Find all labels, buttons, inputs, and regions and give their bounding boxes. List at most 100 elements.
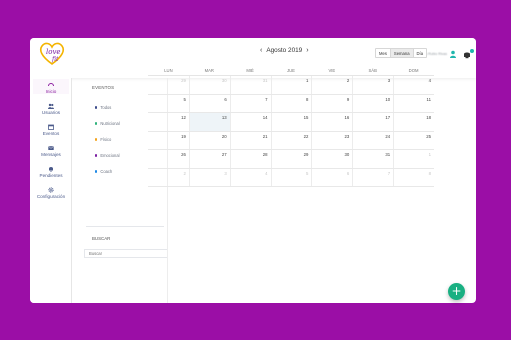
day-cell[interactable]: 2 — [311, 76, 352, 94]
day-cell[interactable]: 3 — [188, 168, 230, 186]
filter-item-coach[interactable]: Coach — [95, 169, 112, 174]
day-cell[interactable]: 15 — [270, 113, 312, 131]
month-title: Agosto 2019 — [266, 47, 303, 54]
day-cell[interactable]: 18 — [393, 113, 434, 131]
day-cell[interactable]: 14 — [229, 113, 271, 131]
day-cell[interactable]: 6 — [188, 94, 230, 112]
search-input[interactable] — [84, 249, 168, 258]
day-cell[interactable]: 23 — [311, 131, 352, 149]
view-week-button[interactable]: Semana — [390, 49, 414, 57]
nav-label: Pendientes — [39, 173, 63, 178]
calendar-grid: LUN MAR MIÉ JUE VIE SÁB DOM 29 30 31 1 2… — [148, 65, 434, 187]
nav-item-usuarios[interactable]: Usuarios — [30, 103, 72, 115]
day-cell[interactable]: 30 — [311, 150, 352, 168]
nav-item-mensajes[interactable]: Mensajes — [30, 145, 72, 157]
nav-label: Inicio — [45, 89, 57, 94]
calendar-week: 2 3 4 5 6 7 8 — [148, 168, 434, 187]
filter-dot — [95, 122, 98, 125]
notification-badge — [470, 49, 474, 53]
weekday-label: MAR — [204, 68, 214, 73]
day-cell[interactable]: 4 — [393, 76, 434, 94]
day-cell[interactable]: 6 — [311, 168, 352, 186]
day-cell[interactable]: 2 — [148, 169, 189, 187]
nav-label: Eventos — [42, 131, 60, 136]
filter-dot — [95, 138, 98, 141]
day-cell[interactable]: 31 — [352, 150, 393, 168]
nav-label: Mensajes — [41, 152, 61, 157]
nav-label: Configuración — [36, 194, 66, 199]
love-fit-logo[interactable]: love fit — [37, 40, 67, 66]
filter-label: Coach — [100, 169, 113, 174]
day-cell[interactable]: 27 — [188, 150, 230, 168]
day-cell[interactable]: 8 — [270, 94, 312, 112]
filter-label: Todos — [100, 105, 112, 110]
calendar-week: 26 27 28 29 30 31 1 — [148, 150, 434, 169]
weekday-label: LUN — [164, 68, 173, 73]
envelope-icon — [48, 146, 54, 150]
day-cell[interactable]: 30 — [188, 76, 230, 94]
day-cell[interactable]: 29 — [148, 76, 189, 94]
svg-text:fit: fit — [51, 56, 59, 63]
filter-dot — [95, 170, 98, 173]
day-cell[interactable]: 1 — [393, 150, 434, 168]
filter-dot — [95, 106, 98, 109]
filter-dot — [95, 154, 98, 157]
calendar-week: 5 6 7 8 9 10 11 — [148, 94, 434, 113]
day-cell[interactable]: 4 — [229, 168, 271, 186]
day-cell[interactable]: 17 — [352, 113, 393, 131]
nav-item-pendientes[interactable]: Pendientes — [30, 166, 72, 178]
weekday-label: DOM — [408, 68, 419, 73]
filters-divider — [86, 226, 164, 227]
filter-item-todos[interactable]: Todos — [95, 105, 111, 110]
nav-item-inicio[interactable]: Inicio — [30, 79, 72, 94]
filter-item-nutricional[interactable]: Nutricional — [95, 121, 120, 126]
day-cell[interactable]: 25 — [393, 131, 434, 149]
weekday-label: MIÉ — [246, 68, 254, 73]
day-cell[interactable]: 16 — [311, 113, 352, 131]
calendar-header: ‹ Agosto 2019 › — [260, 47, 309, 54]
calendar-icon — [48, 124, 54, 130]
day-cell[interactable]: 20 — [188, 131, 230, 149]
day-cell[interactable]: 26 — [148, 150, 189, 168]
day-cell[interactable]: 22 — [270, 131, 312, 149]
view-month-button[interactable]: Mes — [376, 49, 391, 57]
calendar-week: 29 30 31 1 2 3 4 — [148, 76, 434, 95]
day-cell[interactable]: 24 — [352, 131, 393, 149]
day-cell-today[interactable]: 13 — [188, 113, 230, 131]
day-cell[interactable]: 7 — [352, 168, 393, 186]
filters-title: EVENTOS — [92, 85, 115, 90]
filter-item-emocional[interactable]: Emocional — [95, 153, 120, 158]
filter-item-fisico[interactable]: Físico — [95, 137, 111, 142]
filter-label: Físico — [100, 137, 112, 142]
day-cell[interactable]: 7 — [229, 94, 271, 112]
add-event-button[interactable]: + — [448, 283, 465, 300]
day-cell[interactable]: 21 — [229, 131, 271, 149]
weekday-header-row: LUN MAR MIÉ JUE VIE SÁB DOM — [148, 65, 434, 76]
day-cell[interactable]: 9 — [311, 94, 352, 112]
day-cell[interactable]: 1 — [270, 76, 312, 94]
plus-icon: + — [451, 284, 462, 298]
day-cell[interactable]: 8 — [393, 168, 434, 186]
weekday-label: JUE — [287, 68, 295, 73]
day-cell[interactable]: 5 — [270, 168, 312, 186]
prev-month-chevron-icon[interactable]: ‹ — [260, 47, 262, 54]
day-cell[interactable]: 12 — [148, 113, 189, 131]
day-cell[interactable]: 10 — [352, 94, 393, 112]
day-cell[interactable]: 19 — [148, 132, 189, 150]
view-day-button[interactable]: Día — [413, 49, 427, 57]
weekday-label: SÁB — [368, 68, 377, 73]
day-cell[interactable]: 3 — [352, 76, 393, 94]
left-sidebar: Inicio Usuarios Eventos Mensajes Pendien… — [30, 78, 72, 303]
next-month-chevron-icon[interactable]: › — [306, 47, 308, 54]
calendar-week: 12 13 14 15 16 17 18 — [148, 113, 434, 132]
day-cell[interactable]: 28 — [229, 150, 271, 168]
day-cell[interactable]: 5 — [148, 95, 189, 113]
nav-item-configuracion[interactable]: Configuración — [30, 187, 72, 199]
gear-icon — [48, 187, 54, 193]
filter-label: Emocional — [100, 153, 120, 158]
view-toggle: Mes Semana Día — [375, 48, 428, 58]
day-cell[interactable]: 29 — [270, 150, 312, 168]
day-cell[interactable]: 11 — [393, 94, 434, 112]
nav-item-eventos[interactable]: Eventos — [30, 124, 72, 136]
day-cell[interactable]: 31 — [229, 76, 271, 94]
